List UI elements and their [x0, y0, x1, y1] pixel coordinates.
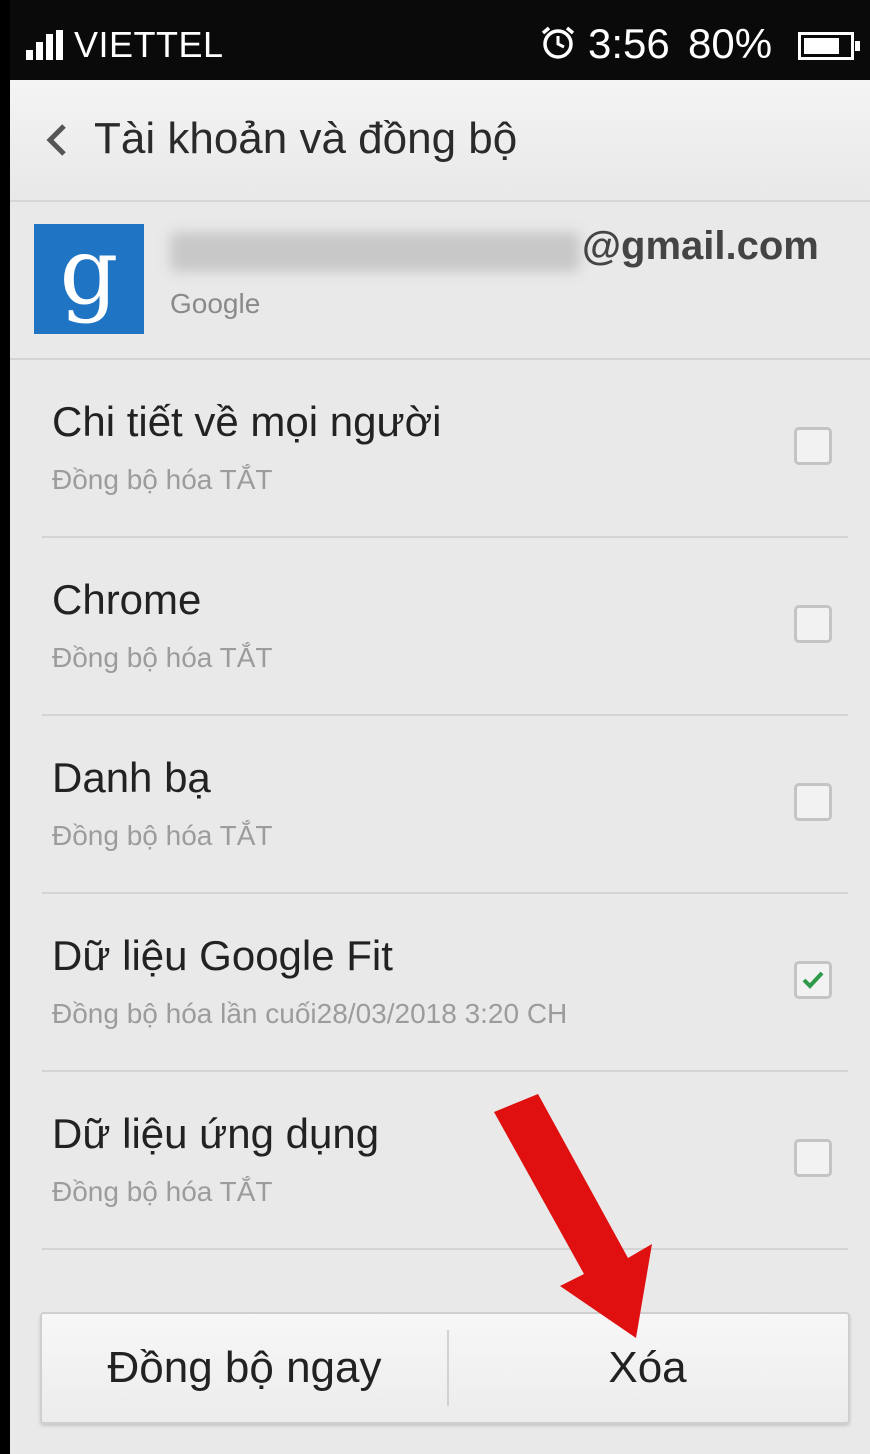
divider — [42, 1248, 848, 1250]
sync-item-status: Đồng bộ hóa lần cuối28/03/2018 3:20 CH — [52, 998, 568, 1029]
sync-item-label: Danh bạ — [52, 754, 211, 801]
email-redacted — [170, 232, 580, 272]
sync-checkbox[interactable] — [794, 605, 832, 643]
battery-fill — [804, 38, 840, 54]
sync-item-status: Đồng bộ hóa TẮT — [52, 642, 273, 673]
page-title: Tài khoản và đồng bộ — [94, 114, 518, 163]
sync-item-app-data[interactable]: Dữ liệu ứng dụng Đồng bộ hóa TẮT — [10, 1072, 870, 1250]
account-row[interactable]: g @gmail.com Google — [10, 202, 870, 360]
status-bar: VIETTEL 3:56 80% — [10, 0, 870, 80]
sync-checkbox[interactable] — [794, 427, 832, 465]
account-provider: Google — [170, 288, 261, 319]
carrier-name: VIETTEL — [74, 24, 224, 65]
alarm-clock-icon — [541, 26, 575, 59]
app-header: Tài khoản và đồng bộ — [10, 80, 870, 202]
sync-item-label: Chrome — [52, 576, 202, 623]
sync-item-chrome[interactable]: Chrome Đồng bộ hóa TẮT — [10, 538, 870, 716]
sync-item-contacts[interactable]: Danh bạ Đồng bộ hóa TẮT — [10, 716, 870, 894]
sync-item-google-fit[interactable]: Dữ liệu Google Fit Đồng bộ hóa lần cuối2… — [10, 894, 870, 1072]
sync-item-status: Đồng bộ hóa TẮT — [52, 1176, 273, 1207]
sync-item-status: Đồng bộ hóa TẮT — [52, 820, 273, 851]
sync-item-label: Dữ liệu ứng dụng — [52, 1110, 380, 1157]
sync-list: Chi tiết về mọi người Đồng bộ hóa TẮT Ch… — [10, 360, 870, 1250]
sync-item-label: Dữ liệu Google Fit — [52, 932, 393, 979]
chevron-left-icon[interactable] — [40, 118, 74, 162]
google-logo-icon: g — [34, 224, 144, 334]
sync-checkbox[interactable] — [794, 783, 832, 821]
clock-time: 3:56 — [588, 20, 670, 67]
account-email: @gmail.com — [582, 224, 819, 268]
sync-checkbox-checked[interactable] — [794, 961, 832, 999]
sync-checkbox[interactable] — [794, 1139, 832, 1177]
red-arrow-annotation-icon — [494, 1094, 652, 1338]
phone-screen: VIETTEL 3:56 80% Tài khoản và đồng bộ g … — [10, 0, 870, 1454]
sync-now-button[interactable]: Đồng bộ ngay — [42, 1314, 447, 1422]
battery-percent: 80% — [688, 20, 773, 67]
sync-item-people[interactable]: Chi tiết về mọi người Đồng bộ hóa TẮT — [10, 360, 870, 538]
sync-item-label: Chi tiết về mọi người — [52, 398, 442, 445]
sync-item-status: Đồng bộ hóa TẮT — [52, 464, 273, 495]
checkmark-icon — [802, 971, 824, 989]
battery-icon — [798, 32, 860, 60]
bottom-action-bar: Đồng bộ ngay Xóa — [40, 1312, 850, 1424]
signal-bars-icon — [26, 30, 64, 60]
